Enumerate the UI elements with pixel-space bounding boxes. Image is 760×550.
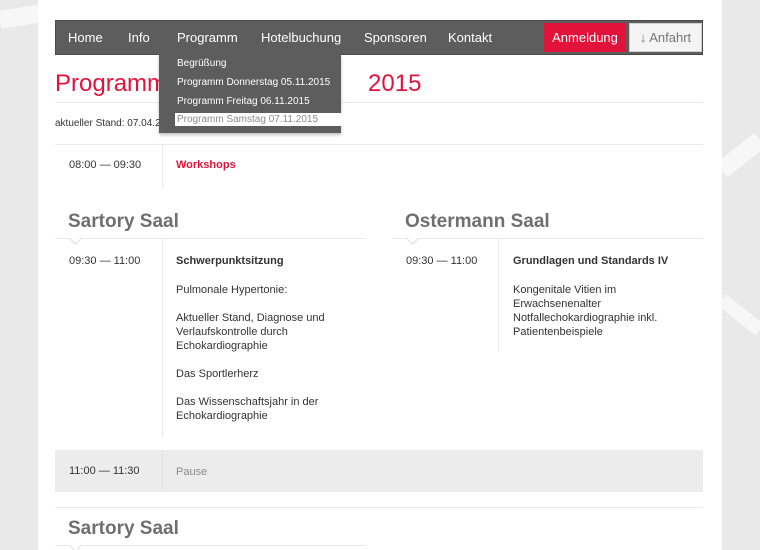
sartory-text: Das Wissenschaftsjahr in der [176, 396, 319, 408]
page-title-start: Programm [55, 70, 168, 97]
dropdown-item-begruessung[interactable]: Begrüßung [177, 58, 226, 69]
divider [392, 238, 703, 239]
page-content: Home Info Programm Hotelbuchung Sponsore… [38, 0, 722, 550]
anmeldung-button[interactable]: Anmeldung [544, 23, 626, 52]
main-nav: Home Info Programm Hotelbuchung Sponsore… [55, 20, 703, 55]
pause-row: 11:00 — 11:30 Pause [55, 450, 703, 492]
dropdown-item-freitag[interactable]: Programm Freitag 06.11.2015 [177, 96, 310, 107]
divider [162, 145, 163, 188]
sartory-text: Pulmonale Hypertonie: [176, 284, 288, 296]
page-title-end: 2015 [368, 70, 422, 97]
divider [162, 239, 163, 437]
divider [55, 507, 703, 508]
ostermann-text: Kongenitale Vitien im [513, 284, 617, 296]
nav-item-kontakt[interactable]: Kontakt [448, 21, 492, 54]
ostermann-title: Grundlagen und Standards IV [513, 255, 669, 267]
dropdown-item-samstag[interactable]: Programm Samstag 07.11.2015 [175, 113, 351, 126]
sartory-text: Verlaufskontrolle durch [176, 326, 288, 338]
divider [55, 144, 703, 145]
ostermann-time: 09:30 — 11:00 [406, 255, 478, 267]
ostermann-text: Patientenbeispiele [513, 326, 603, 338]
sartory-text: Aktueller Stand, Diagnose und [176, 312, 325, 324]
nav-item-programm[interactable]: Programm [177, 21, 238, 54]
workshops-time: 08:00 — 09:30 [69, 159, 142, 171]
title-divider [55, 102, 703, 103]
ostermann-text: Erwachsenenalter [513, 298, 602, 310]
pause-time: 11:00 — 11:30 [69, 465, 140, 477]
programm-dropdown: Begrüßung Programm Donnerstag 05.11.2015… [159, 54, 351, 133]
room-notch [69, 539, 82, 550]
divider [162, 450, 163, 492]
room-sartory-2: Sartory Saal [68, 518, 179, 539]
room-sartory: Sartory Saal [68, 211, 179, 232]
nav-item-info[interactable]: Info [128, 21, 150, 54]
room-ostermann: Ostermann Saal [405, 211, 550, 232]
nav-item-home[interactable]: Home [68, 21, 103, 54]
sartory-title: Schwerpunktsitzung [176, 255, 284, 267]
sartory-text: Echokardiographie [176, 340, 268, 352]
ostermann-text: Notfallechokardiographie inkl. [513, 312, 658, 324]
pause-label: Pause [176, 466, 208, 478]
room-notch [406, 232, 419, 245]
anfahrt-button[interactable]: ↓ Anfahrt [629, 23, 702, 52]
divider [55, 238, 366, 239]
divider [498, 239, 499, 352]
stand-text: aktueller Stand: 07.04.2 [55, 118, 161, 129]
divider [55, 545, 366, 546]
nav-item-sponsoren[interactable]: Sponsoren [364, 21, 427, 54]
sartory-text: Echokardiographie [176, 410, 268, 422]
sartory-text: Das Sportlerherz [176, 368, 259, 380]
nav-item-hotelbuchung[interactable]: Hotelbuchung [261, 21, 341, 54]
room-notch [69, 232, 82, 245]
dropdown-item-donnerstag[interactable]: Programm Donnerstag 05.11.2015 [177, 77, 330, 88]
workshops-title[interactable]: Workshops [176, 159, 236, 171]
sartory-time: 09:30 — 11:00 [69, 255, 141, 267]
